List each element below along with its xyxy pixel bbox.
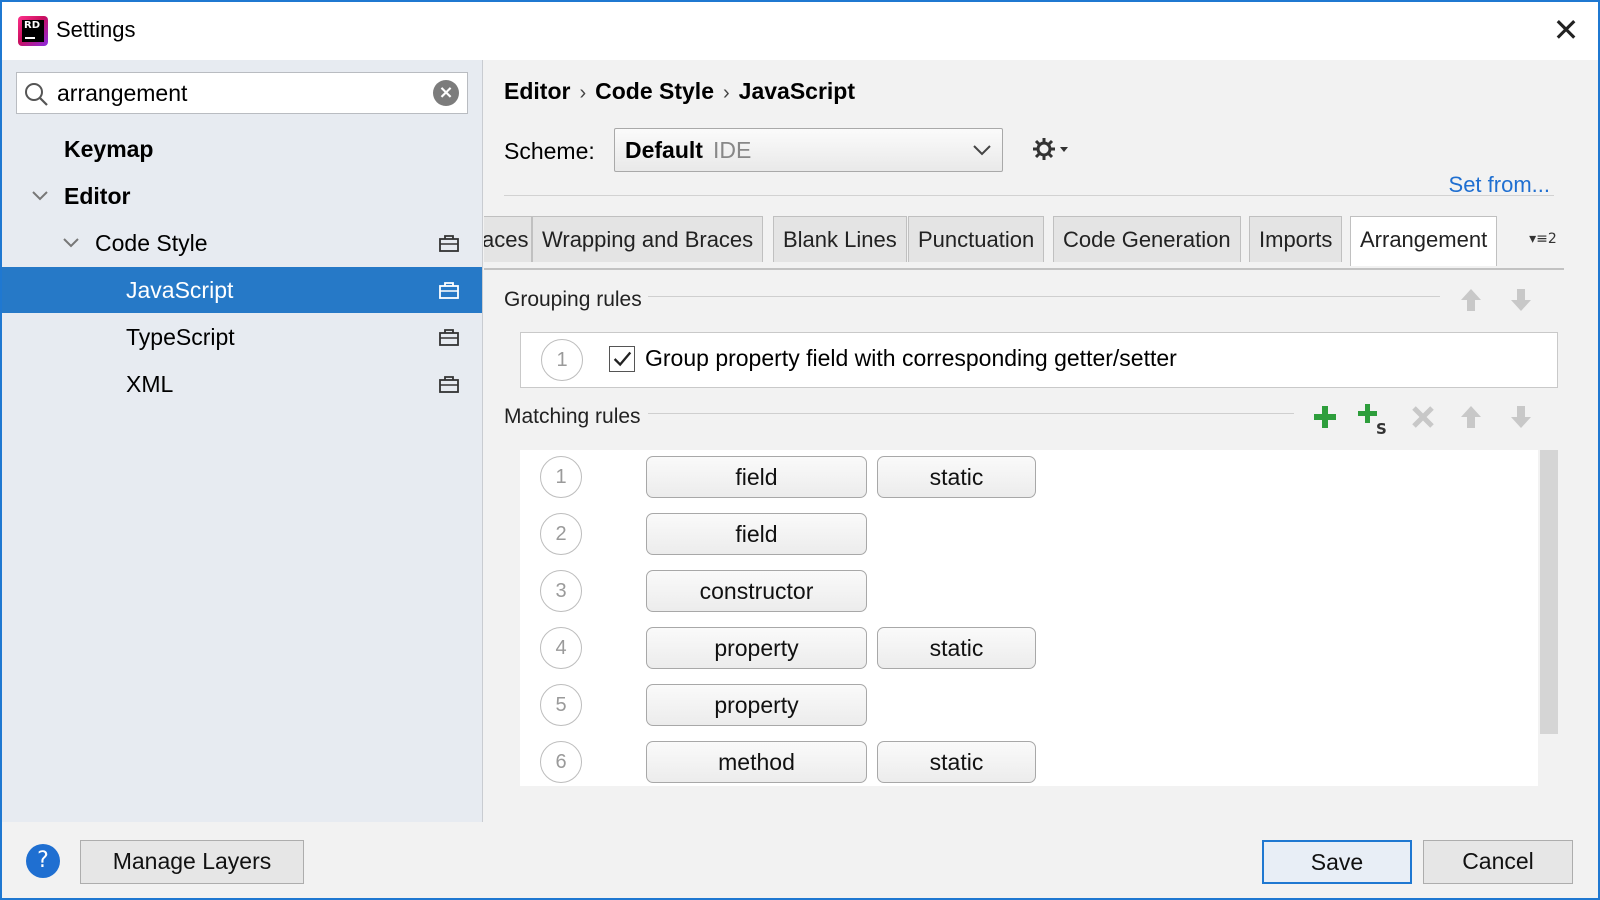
search-icon — [25, 83, 48, 106]
project-scope-icon — [439, 235, 459, 252]
breadcrumb-item: Code Style — [595, 78, 714, 104]
remove-icon[interactable] — [1408, 402, 1438, 432]
vertical-scrollbar[interactable] — [1540, 450, 1558, 786]
rule-number: 1 — [541, 339, 583, 381]
dialog-button-bar: ? Manage Layers Save Cancel — [2, 822, 1598, 898]
add-icon[interactable] — [1310, 402, 1340, 432]
manage-layers-button[interactable]: Manage Layers — [80, 840, 304, 884]
scheme-tag: IDE — [712, 137, 752, 163]
rule-number: 4 — [540, 627, 582, 669]
tree-item-editor[interactable]: Editor — [2, 173, 482, 219]
move-down-icon[interactable] — [1506, 285, 1536, 315]
project-scope-icon — [439, 376, 459, 393]
tree-item-label: JavaScript — [126, 277, 234, 303]
scheme-dropdown[interactable]: Default IDE — [614, 128, 1003, 172]
rule-token[interactable]: constructor — [646, 570, 867, 612]
breadcrumb-separator: › — [579, 82, 587, 104]
chevron-down-icon[interactable] — [30, 173, 50, 219]
svg-text:S: S — [1376, 420, 1387, 436]
scheme-label: Scheme: — [504, 138, 595, 164]
scrollbar-thumb[interactable] — [1540, 450, 1558, 734]
matching-rules-title: Matching rules — [504, 405, 641, 428]
divider — [648, 296, 1440, 297]
save-button[interactable]: Save — [1262, 840, 1412, 884]
title-bar: RD Settings ✕ — [2, 2, 1598, 60]
tree-item-label: TypeScript — [126, 324, 235, 350]
matching-rules-list: 1 field static 2 field 3 constructor 4 p… — [520, 450, 1538, 786]
matching-rule-row[interactable]: 2 field — [520, 507, 1538, 564]
breadcrumb-item: JavaScript — [738, 78, 856, 104]
rule-number: 3 — [540, 570, 582, 612]
tree-item-label: XML — [126, 371, 174, 397]
tab-imports[interactable]: Imports — [1249, 216, 1343, 262]
settings-content-panel: Editor › Code Style › JavaScript Scheme: Def… — [484, 60, 1598, 822]
matching-rule-row[interactable]: 4 property static — [520, 621, 1538, 678]
settings-tree-panel: × Keymap Editor Code Style JavaScript — [2, 60, 483, 822]
tab-bar: aces Wrapping and Braces Blank Lines Pun… — [484, 216, 1566, 266]
add-section-icon[interactable]: S — [1356, 402, 1390, 436]
rule-token[interactable]: static — [877, 741, 1036, 783]
move-down-icon[interactable] — [1506, 402, 1536, 432]
cancel-button[interactable]: Cancel — [1423, 840, 1573, 884]
divider — [484, 268, 1564, 270]
project-scope-icon — [439, 329, 459, 346]
rule-token[interactable]: property — [646, 684, 867, 726]
tab-tabs-and-indents[interactable]: aces — [484, 216, 532, 262]
settings-window: RD Settings ✕ × Keymap Editor — [0, 0, 1600, 900]
help-icon[interactable]: ? — [26, 844, 60, 878]
rule-number: 2 — [540, 513, 582, 555]
tab-blank-lines[interactable]: Blank Lines — [773, 216, 907, 262]
matching-rule-row[interactable]: 6 method static — [520, 735, 1538, 786]
group-property-checkbox[interactable] — [609, 346, 635, 372]
rule-token[interactable]: field — [646, 513, 867, 555]
close-icon[interactable]: ✕ — [1548, 12, 1584, 48]
move-up-icon[interactable] — [1456, 402, 1486, 432]
tree-item-typescript[interactable]: TypeScript — [2, 314, 482, 360]
matching-rule-row[interactable]: 1 field static — [520, 450, 1538, 507]
tree-item-label: Editor — [64, 183, 131, 209]
rule-number: 6 — [540, 741, 582, 783]
breadcrumb-item: Editor — [504, 78, 571, 104]
scheme-name: Default — [625, 137, 703, 163]
tree-item-javascript[interactable]: JavaScript — [2, 267, 482, 313]
grouping-rules-title: Grouping rules — [504, 288, 642, 311]
gear-icon[interactable] — [1032, 136, 1072, 162]
tree-item-code-style[interactable]: Code Style — [2, 220, 482, 266]
project-scope-icon — [439, 282, 459, 299]
breadcrumb: Editor › Code Style › JavaScript — [504, 78, 855, 105]
app-logo-icon: RD — [18, 16, 48, 46]
rule-number: 1 — [540, 456, 582, 498]
tree-item-label: Code Style — [95, 230, 208, 256]
matching-rule-row[interactable]: 3 constructor — [520, 564, 1538, 621]
tab-overflow-button[interactable]: ▾≡2 — [1520, 216, 1566, 262]
divider — [648, 413, 1294, 414]
rule-token[interactable]: field — [646, 456, 867, 498]
breadcrumb-separator: › — [723, 82, 730, 104]
rule-number: 5 — [540, 684, 582, 726]
chevron-down-icon — [973, 145, 991, 156]
grouping-rules-list: 1 Group property field with correspondin… — [520, 332, 1558, 388]
tab-code-generation[interactable]: Code Generation — [1053, 216, 1241, 262]
tree-item-label: Keymap — [64, 136, 154, 162]
clear-search-icon[interactable]: × — [433, 80, 459, 106]
tab-punctuation[interactable]: Punctuation — [908, 216, 1045, 262]
rule-token[interactable]: static — [877, 456, 1036, 498]
rule-token[interactable]: property — [646, 627, 867, 669]
move-up-icon[interactable] — [1456, 285, 1486, 315]
divider — [504, 195, 1554, 196]
matching-rule-row[interactable]: 5 property — [520, 678, 1538, 735]
tree-item-xml[interactable]: XML — [2, 361, 482, 407]
search-box: × — [16, 72, 468, 114]
tab-arrangement[interactable]: Arrangement — [1350, 216, 1498, 266]
tab-wrapping-and-braces[interactable]: Wrapping and Braces — [532, 216, 764, 262]
tree-item-keymap[interactable]: Keymap — [2, 126, 482, 172]
rule-token[interactable]: method — [646, 741, 867, 783]
search-input[interactable] — [55, 78, 415, 108]
window-title: Settings — [56, 17, 136, 42]
group-property-label[interactable]: Group property field with corresponding … — [645, 345, 1177, 372]
chevron-down-icon[interactable] — [61, 220, 81, 266]
rule-token[interactable]: static — [877, 627, 1036, 669]
